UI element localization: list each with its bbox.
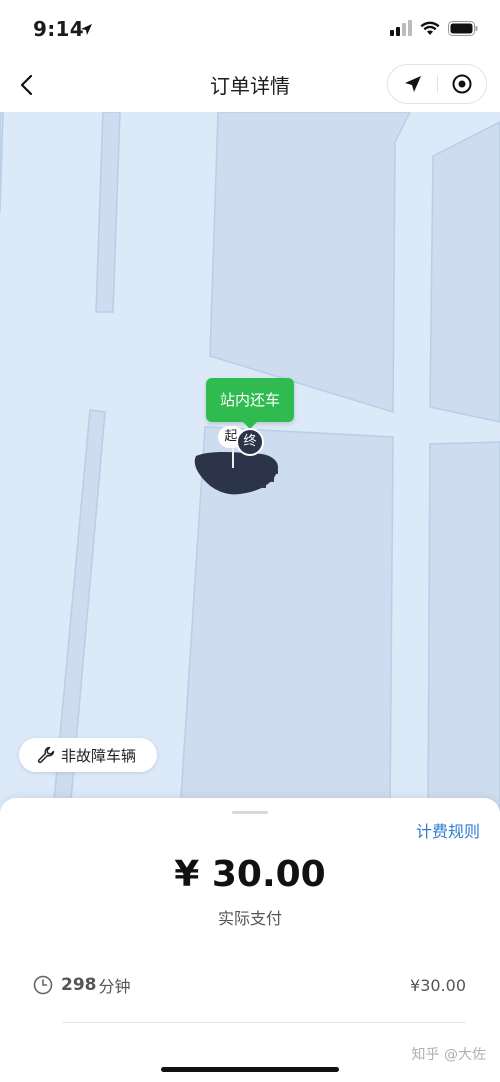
- end-marker: 终: [236, 428, 264, 456]
- drag-handle[interactable]: [232, 811, 268, 814]
- station-label: 站内还车: [206, 378, 294, 429]
- wifi-icon: [420, 21, 440, 40]
- duration-row: 298 分钟 ¥30.00: [33, 970, 466, 1000]
- wrench-icon: [37, 746, 55, 764]
- navigation-arrow-icon: [404, 76, 421, 92]
- target-icon: [452, 74, 471, 94]
- home-indicator[interactable]: [161, 1067, 339, 1072]
- billing-rules-link[interactable]: 计费规则: [416, 818, 480, 842]
- map-view[interactable]: 站内还车 起 终: [0, 112, 500, 812]
- locate-button[interactable]: [437, 65, 486, 103]
- payment-amount: ¥ 30.00: [174, 854, 326, 895]
- location-arrow-icon: [80, 21, 93, 40]
- navigation-bar: 订单详情: [0, 58, 500, 112]
- divider: [62, 1022, 466, 1023]
- duration-price: ¥30.00: [410, 975, 466, 995]
- watermark: 知乎 @大佐: [411, 1047, 486, 1063]
- navigation-button[interactable]: [388, 65, 437, 103]
- duration-unit: 分钟: [98, 977, 131, 996]
- map-background: [0, 112, 500, 812]
- capsule-divider: [437, 75, 438, 93]
- capsule-menu: [387, 64, 487, 104]
- payment-amount-label: 实际支付: [217, 909, 282, 928]
- status-icons: [390, 20, 478, 40]
- battery-icon: [448, 20, 478, 40]
- signal-icon: [390, 20, 412, 40]
- clock-icon: [33, 975, 53, 995]
- non-fault-vehicle-button[interactable]: 非故障车辆: [19, 738, 157, 772]
- order-detail-sheet: 计费规则 ¥ 30.00 实际支付 298 分钟 ¥30.00 知乎 @大佐: [0, 798, 500, 1082]
- duration-value: 298: [61, 975, 97, 995]
- status-bar: 9:14: [0, 0, 500, 58]
- non-fault-vehicle-label: 非故障车辆: [61, 746, 137, 765]
- status-time: 9:14: [33, 17, 84, 41]
